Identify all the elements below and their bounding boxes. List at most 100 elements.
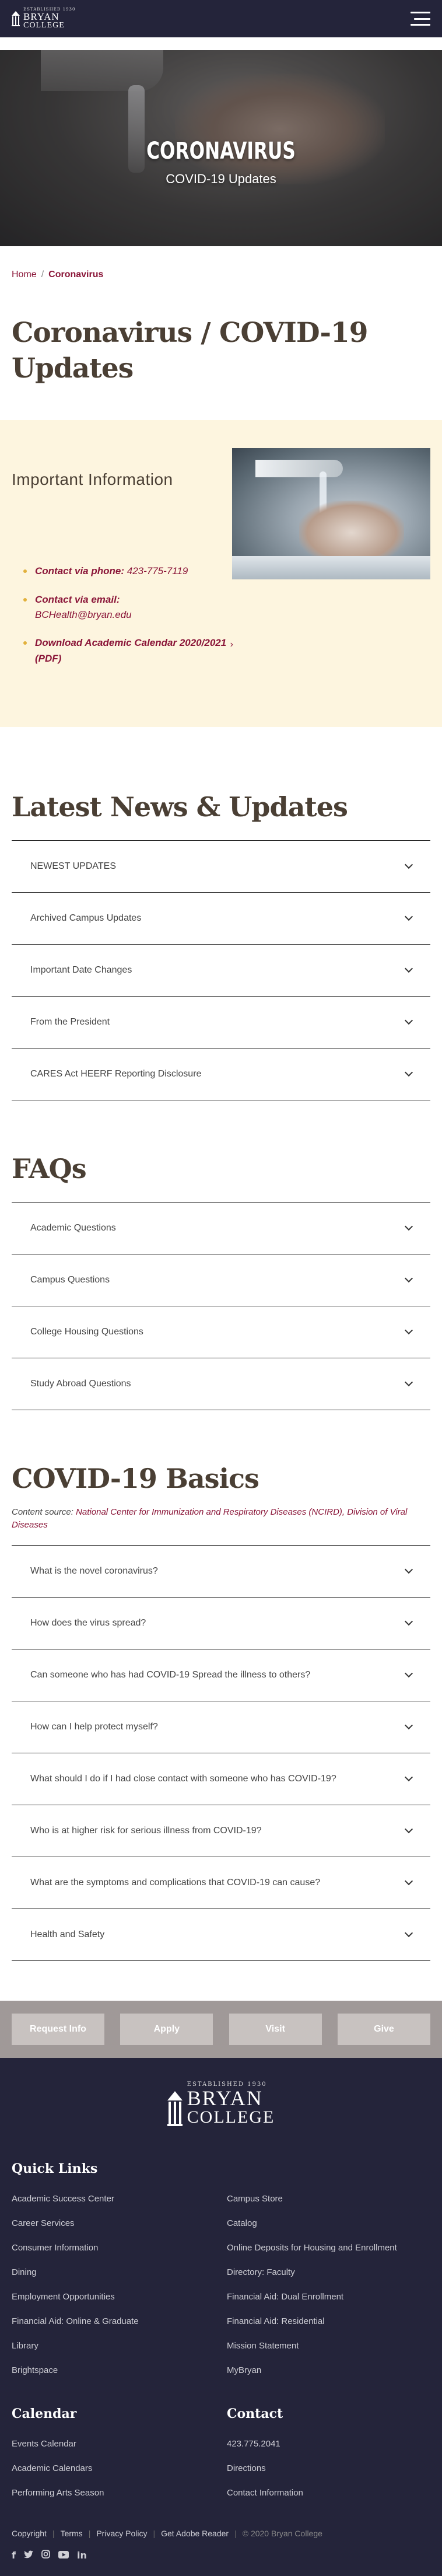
instagram-icon[interactable] xyxy=(41,2550,50,2561)
quick-link[interactable]: Online Deposits for Housing and Enrollme… xyxy=(227,2236,430,2260)
breadcrumb-home[interactable]: Home xyxy=(12,270,37,280)
site-header: ESTABLISHED 1930 BRYAN COLLEGE xyxy=(0,0,442,37)
footer-logo-bryan: BRYAN xyxy=(187,2086,263,2110)
apply-button[interactable]: Apply xyxy=(120,2013,213,2045)
hero-banner: CORONAVIRUS COVID-19 Updates xyxy=(0,50,442,246)
hamburger-menu-icon[interactable] xyxy=(411,12,430,26)
accordion-important-dates[interactable]: Important Date Changes xyxy=(12,945,430,997)
download-calendar-link[interactable]: Download Academic Calendar 2020/2021 (PD… xyxy=(12,635,233,666)
contact-heading: Contact xyxy=(227,2406,283,2421)
terms-link[interactable]: Terms xyxy=(61,2529,83,2538)
copyright-link[interactable]: Copyright xyxy=(12,2529,47,2538)
college-building-icon xyxy=(167,2091,183,2126)
accordion-cares-act[interactable]: CARES Act HEERF Reporting Disclosure xyxy=(12,1048,430,1100)
calendar-link[interactable]: Performing Arts Season xyxy=(12,2481,215,2505)
visit-button[interactable]: Visit xyxy=(229,2013,322,2045)
contact-phone-link[interactable]: Contact via phone: 423-775-7119 xyxy=(12,564,233,579)
quick-link[interactable]: Directory: Faculty xyxy=(227,2260,430,2285)
logo-college: COLLEGE xyxy=(23,21,65,30)
chevron-down-icon xyxy=(404,1565,413,1574)
accordion-archived-updates[interactable]: Archived Campus Updates xyxy=(12,893,430,945)
accordion-academic-questions[interactable]: Academic Questions xyxy=(12,1203,430,1254)
site-logo[interactable]: ESTABLISHED 1930 BRYAN COLLEGE xyxy=(12,8,75,30)
give-button[interactable]: Give xyxy=(337,2013,430,2045)
social-links: f in xyxy=(12,2550,430,2570)
facebook-icon[interactable]: f xyxy=(12,2550,16,2561)
quick-link[interactable]: Catalog xyxy=(227,2211,430,2236)
accordion-study-abroad[interactable]: Study Abroad Questions xyxy=(12,1358,430,1410)
hero-subtitle: COVID-19 Updates xyxy=(166,172,276,186)
quick-link[interactable]: Mission Statement xyxy=(227,2334,430,2358)
content-source: Content source: National Center for Immu… xyxy=(12,1507,408,1530)
faqs-accordion: Academic Questions Campus Questions Coll… xyxy=(12,1201,430,1410)
chevron-down-icon xyxy=(404,1773,413,1781)
accordion-basics-item[interactable]: Can someone who has had COVID-19 Spread … xyxy=(12,1649,430,1701)
quick-link[interactable]: Brightspace xyxy=(12,2358,215,2383)
contact-link[interactable]: Directions xyxy=(227,2456,430,2481)
youtube-icon[interactable] xyxy=(58,2550,69,2561)
calendar-link[interactable]: Events Calendar xyxy=(12,2432,215,2456)
privacy-policy-link[interactable]: Privacy Policy xyxy=(96,2529,147,2538)
breadcrumb-separator: / xyxy=(41,270,44,279)
handwashing-photo xyxy=(232,448,430,580)
quick-link[interactable]: Consumer Information xyxy=(12,2236,215,2260)
accordion-basics-item[interactable]: What are the symptoms and complications … xyxy=(12,1857,430,1909)
calendar-column: Calendar Events Calendar Academic Calend… xyxy=(12,2383,215,2505)
important-information-section: Important Information Contact via phone:… xyxy=(0,420,442,727)
chevron-down-icon xyxy=(404,1669,413,1677)
quick-link[interactable]: Financial Aid: Dual Enrollment xyxy=(227,2285,430,2309)
accordion-campus-questions[interactable]: Campus Questions xyxy=(12,1254,430,1306)
site-footer: ESTABLISHED 1930 BRYAN COLLEGE Quick Lin… xyxy=(0,2057,442,2576)
chevron-down-icon xyxy=(404,1721,413,1729)
chevron-down-icon xyxy=(404,964,413,973)
adobe-reader-link[interactable]: Get Adobe Reader xyxy=(161,2529,229,2538)
accordion-from-president[interactable]: From the President xyxy=(12,997,430,1048)
contact-link[interactable]: Contact Information xyxy=(227,2481,430,2505)
breadcrumb-current: Coronavirus xyxy=(48,270,104,279)
twitter-icon[interactable] xyxy=(23,2550,33,2561)
chevron-down-icon xyxy=(404,1876,413,1885)
quick-link[interactable]: Career Services xyxy=(12,2211,215,2236)
accordion-basics-item[interactable]: How does the virus spread? xyxy=(12,1598,430,1649)
accordion-housing-questions[interactable]: College Housing Questions xyxy=(12,1306,430,1358)
quick-link[interactable]: Library xyxy=(12,2334,215,2358)
chevron-down-icon xyxy=(404,912,413,921)
quick-link[interactable]: Campus Store xyxy=(227,2187,430,2211)
quick-link[interactable]: Academic Success Center xyxy=(12,2187,215,2211)
quick-link[interactable]: Dining xyxy=(12,2260,215,2285)
news-heading: Latest News & Updates xyxy=(12,791,348,823)
faqs-heading: FAQs xyxy=(12,1152,87,1184)
quick-link[interactable]: Employment Opportunities xyxy=(12,2285,215,2309)
linkedin-icon[interactable]: in xyxy=(77,2550,87,2561)
quick-link[interactable]: Financial Aid: Residential xyxy=(227,2309,430,2334)
accordion-basics-item[interactable]: Who is at higher risk for serious illnes… xyxy=(12,1805,430,1857)
copyright-text: © 2020 Bryan College xyxy=(242,2528,322,2538)
cta-bar: Request Info Apply Visit Give xyxy=(0,2000,442,2058)
footer-logo[interactable]: ESTABLISHED 1930 BRYAN COLLEGE xyxy=(12,2081,430,2126)
hero-title: CORONAVIRUS xyxy=(146,138,296,165)
breadcrumb: Home / Coronavirus xyxy=(0,246,442,280)
contact-link[interactable]: 423.775.2041 xyxy=(227,2432,430,2456)
basics-heading: COVID-19 Basics xyxy=(12,1462,259,1494)
quick-link[interactable]: MyBryan xyxy=(227,2358,430,2383)
quick-links-list: Academic Success Center Campus Store Car… xyxy=(12,2187,430,2383)
request-info-button[interactable]: Request Info xyxy=(12,2013,104,2045)
chevron-right-icon: › xyxy=(230,639,233,650)
accordion-basics-item[interactable]: What is the novel coronavirus? xyxy=(12,1546,430,1598)
calendar-link[interactable]: Academic Calendars xyxy=(12,2456,215,2481)
page-title: Coronavirus / COVID-19 Updates xyxy=(12,317,368,385)
accordion-basics-item[interactable]: Health and Safety xyxy=(12,1909,430,1961)
quick-link[interactable]: Financial Aid: Online & Graduate xyxy=(12,2309,215,2334)
accordion-basics-item[interactable]: What should I do if I had close contact … xyxy=(12,1753,430,1805)
chevron-down-icon xyxy=(404,1824,413,1833)
basics-accordion: What is the novel coronavirus? How does … xyxy=(12,1544,430,1961)
news-accordion: NEWEST UPDATES Archived Campus Updates I… xyxy=(12,840,430,1100)
contact-email-link[interactable]: Contact via email: BCHealth@bryan.edu xyxy=(12,592,233,623)
logo-bryan: BRYAN xyxy=(23,11,59,22)
chevron-down-icon xyxy=(404,1016,413,1025)
chevron-down-icon xyxy=(404,1378,413,1386)
accordion-newest-updates[interactable]: NEWEST UPDATES xyxy=(12,841,430,893)
footer-logo-college: COLLEGE xyxy=(187,2107,275,2127)
accordion-basics-item[interactable]: How can I help protect myself? xyxy=(12,1701,430,1753)
important-links: Contact via phone: 423-775-7119 Contact … xyxy=(12,564,233,666)
